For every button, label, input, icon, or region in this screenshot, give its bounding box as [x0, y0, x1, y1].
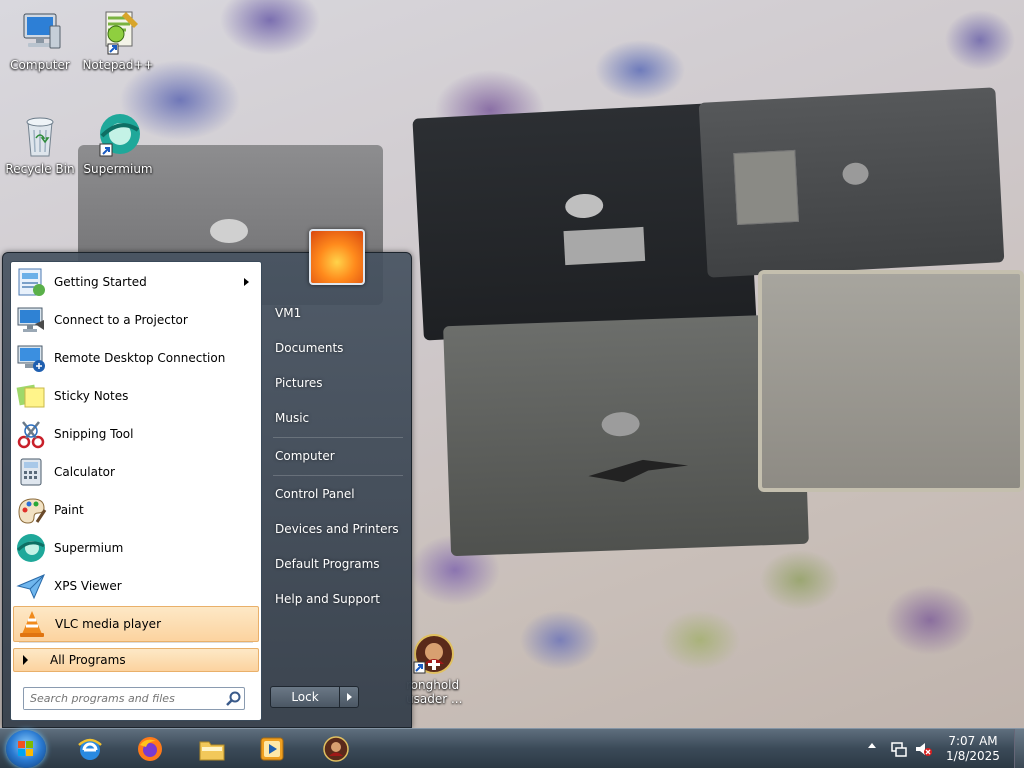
start-link-computer[interactable]: Computer	[271, 441, 403, 471]
arrow-right-icon	[23, 655, 28, 665]
taskbar: 7:07 AM 1/8/2025	[0, 728, 1024, 768]
show-desktop-button[interactable]	[1014, 729, 1024, 768]
start-item-vlc[interactable]: VLC media player	[13, 606, 259, 642]
start-link-help-support[interactable]: Help and Support	[271, 584, 403, 614]
desktop-icon-recycle-bin[interactable]: Recycle Bin	[2, 112, 78, 176]
stronghold-crusader-icon	[322, 735, 350, 763]
wallpaper-laptop	[698, 87, 1005, 278]
shutdown-options-arrow-icon[interactable]	[339, 686, 359, 708]
divider	[273, 475, 403, 476]
sticky-notes-icon	[15, 380, 47, 412]
lock-button[interactable]: Lock	[270, 686, 340, 708]
search-box[interactable]	[23, 687, 245, 710]
start-link-documents[interactable]: Documents	[271, 333, 403, 363]
wallpaper-laptop	[758, 270, 1024, 492]
clock-time: 7:07 AM	[948, 734, 998, 748]
start-item-calculator[interactable]: Calculator	[13, 454, 259, 490]
start-link-user-folder[interactable]: VM1	[271, 298, 403, 328]
taskbar-internet-explorer[interactable]	[64, 732, 116, 766]
start-item-snipping-tool[interactable]: Snipping Tool	[13, 416, 259, 452]
divider	[273, 437, 403, 438]
start-link-default-programs[interactable]: Default Programs	[271, 549, 403, 579]
start-item-remote-desktop[interactable]: Remote Desktop Connection	[13, 340, 259, 376]
desktop-icon-computer[interactable]: Computer	[2, 8, 78, 72]
start-link-music[interactable]: Music	[271, 403, 403, 433]
divider	[19, 642, 253, 643]
start-link-control-panel[interactable]: Control Panel	[271, 479, 403, 509]
start-item-paint[interactable]: Paint	[13, 492, 259, 528]
desktop-icon-notepadpp[interactable]: Notepad++	[80, 8, 156, 72]
taskbar-file-explorer[interactable]	[186, 732, 238, 766]
projector-icon	[15, 304, 47, 336]
wallpaper-laptop	[443, 313, 809, 557]
supermium-icon	[15, 532, 47, 564]
firefox-icon	[136, 735, 164, 763]
stronghold-crusader-icon	[410, 632, 454, 676]
paint-icon	[15, 494, 47, 526]
start-item-connect-projector[interactable]: Connect to a Projector	[13, 302, 259, 338]
remote-desktop-icon	[15, 342, 47, 374]
supermium-icon	[94, 112, 142, 160]
start-menu-programs-pane: Getting Started Connect to a Projector R…	[10, 261, 262, 721]
internet-explorer-icon	[76, 735, 104, 763]
taskbar-media-player[interactable]	[246, 732, 298, 766]
taskbar-firefox[interactable]	[124, 732, 176, 766]
start-item-getting-started[interactable]: Getting Started	[13, 264, 259, 300]
start-item-sticky-notes[interactable]: Sticky Notes	[13, 378, 259, 414]
recycle-bin-icon	[16, 112, 64, 160]
file-explorer-icon	[198, 735, 226, 763]
start-item-xps-viewer[interactable]: XPS Viewer	[13, 568, 259, 604]
network-icon[interactable]	[890, 740, 908, 758]
snipping-tool-icon	[15, 418, 47, 450]
clock-date: 1/8/2025	[946, 749, 1000, 763]
user-avatar[interactable]	[309, 229, 365, 285]
desktop-icon-supermium[interactable]: Supermium	[80, 112, 156, 176]
vlc-icon	[16, 608, 48, 640]
xps-viewer-icon	[15, 570, 47, 602]
start-button[interactable]	[6, 730, 46, 768]
search-icon[interactable]	[224, 689, 244, 709]
start-menu-places-pane: VM1 Documents Pictures Music Computer Co…	[265, 229, 411, 729]
media-player-icon	[258, 735, 286, 763]
getting-started-icon	[15, 266, 47, 298]
start-menu: Getting Started Connect to a Projector R…	[2, 229, 412, 729]
taskbar-stronghold-crusader[interactable]	[310, 732, 362, 766]
computer-icon	[16, 8, 64, 56]
windows-logo-icon	[18, 741, 34, 757]
search-input[interactable]	[24, 688, 224, 709]
calculator-icon	[15, 456, 47, 488]
system-clock[interactable]: 7:07 AM 1/8/2025	[938, 734, 1008, 764]
show-hidden-icons-arrow-icon[interactable]	[868, 743, 876, 748]
all-programs-button[interactable]: All Programs	[13, 648, 259, 672]
notepadpp-icon	[94, 8, 142, 56]
start-link-pictures[interactable]: Pictures	[271, 368, 403, 398]
submenu-arrow-icon	[244, 278, 249, 286]
volume-muted-icon[interactable]	[914, 740, 932, 758]
start-item-supermium[interactable]: Supermium	[13, 530, 259, 566]
start-link-devices-printers[interactable]: Devices and Printers	[271, 514, 403, 544]
